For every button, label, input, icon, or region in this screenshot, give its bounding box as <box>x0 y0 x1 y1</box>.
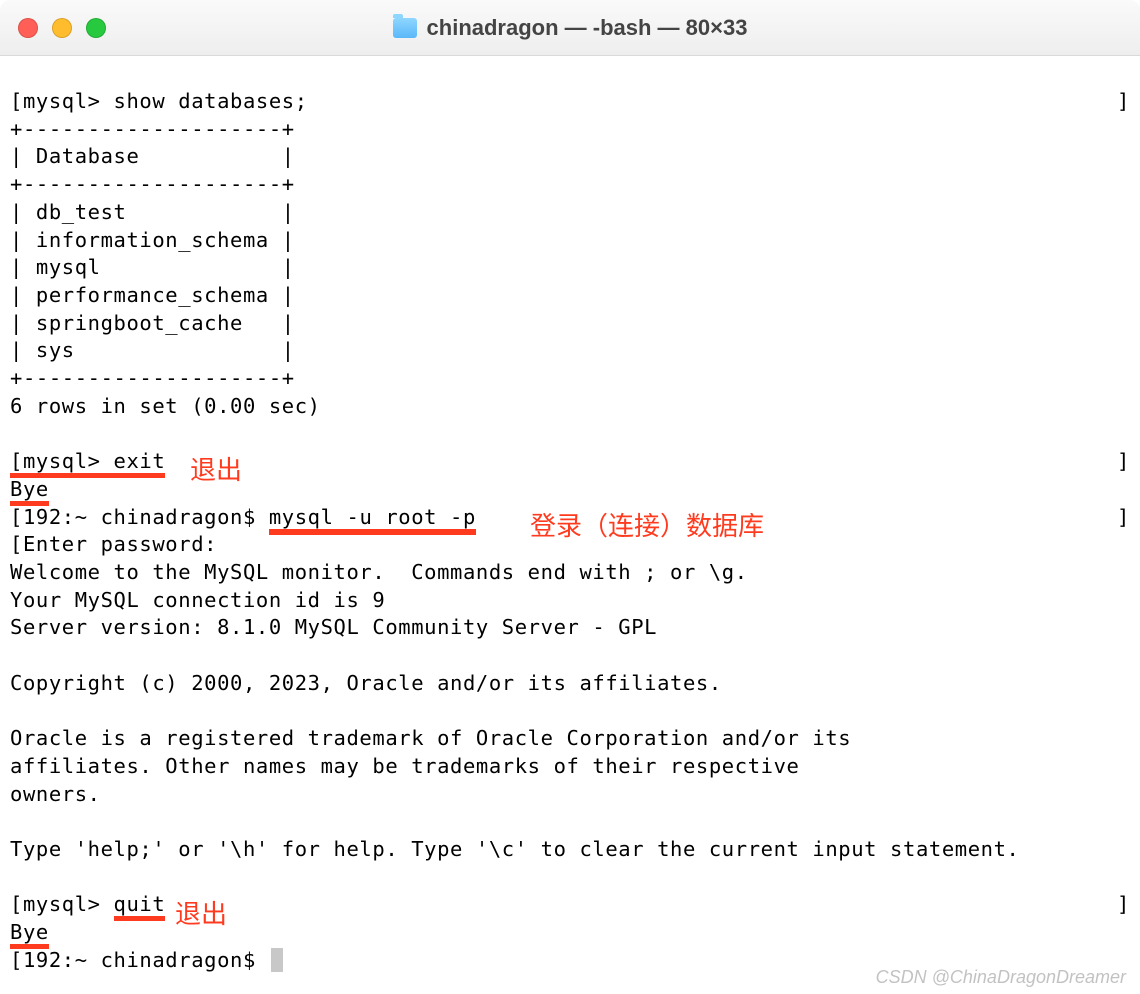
quit-prefix: [mysql> <box>10 892 114 916</box>
line: Welcome to the MySQL monitor. Commands e… <box>10 560 748 584</box>
shell-prompt: [192:~ chinadragon$ <box>10 505 269 529</box>
line: owners. <box>10 782 101 806</box>
line: | sys | <box>10 338 295 362</box>
line: | information_schema | <box>10 228 295 252</box>
line: | Database | <box>10 144 295 168</box>
line: | db_test | <box>10 200 295 224</box>
annotation-login: 登录（连接）数据库 <box>530 506 764 543</box>
annotation-exit: 退出 <box>190 450 242 487</box>
line: | mysql | <box>10 255 295 279</box>
line: [Enter password: <box>10 532 217 556</box>
folder-icon <box>393 18 417 38</box>
line: +--------------------+ <box>10 172 295 196</box>
login-cmd: mysql -u root -p <box>269 505 476 535</box>
traffic-lights <box>18 18 106 38</box>
title-center: chinadragon — -bash — 80×33 <box>0 15 1140 41</box>
line: | performance_schema | <box>10 283 295 307</box>
line: 6 rows in set (0.00 sec) <box>10 394 321 418</box>
watermark: CSDN @ChinaDragonDreamer <box>876 967 1126 988</box>
window-title: chinadragon — -bash — 80×33 <box>427 15 748 41</box>
bye-line-2: Bye <box>10 920 49 949</box>
close-icon[interactable] <box>18 18 38 38</box>
shell-prompt-2: [192:~ chinadragon$ <box>10 948 269 972</box>
line: Your MySQL connection id is 9 <box>10 588 385 612</box>
cursor-icon <box>271 948 283 972</box>
line: Oracle is a registered trademark of Orac… <box>10 726 851 750</box>
line: Copyright (c) 2000, 2023, Oracle and/or … <box>10 671 722 695</box>
line: | springboot_cache | <box>10 311 295 335</box>
line: affiliates. Other names may be trademark… <box>10 754 799 778</box>
bye-line: Bye <box>10 477 49 506</box>
terminal-window: chinadragon — -bash — 80×33 [mysql> show… <box>0 0 1140 994</box>
line: Type 'help;' or '\h' for help. Type '\c'… <box>10 837 1019 861</box>
annotation-quit: 退出 <box>175 894 227 931</box>
line: Server version: 8.1.0 MySQL Community Se… <box>10 615 657 639</box>
titlebar: chinadragon — -bash — 80×33 <box>0 0 1140 56</box>
terminal-body[interactable]: [mysql> show databases;] +--------------… <box>0 56 1140 985</box>
maximize-icon[interactable] <box>86 18 106 38</box>
line: +--------------------+ <box>10 117 295 141</box>
line: +--------------------+ <box>10 366 295 390</box>
exit-line: [mysql> exit <box>10 449 165 478</box>
quit-cmd: quit <box>114 892 166 921</box>
minimize-icon[interactable] <box>52 18 72 38</box>
line: [mysql> show databases; <box>10 89 308 113</box>
